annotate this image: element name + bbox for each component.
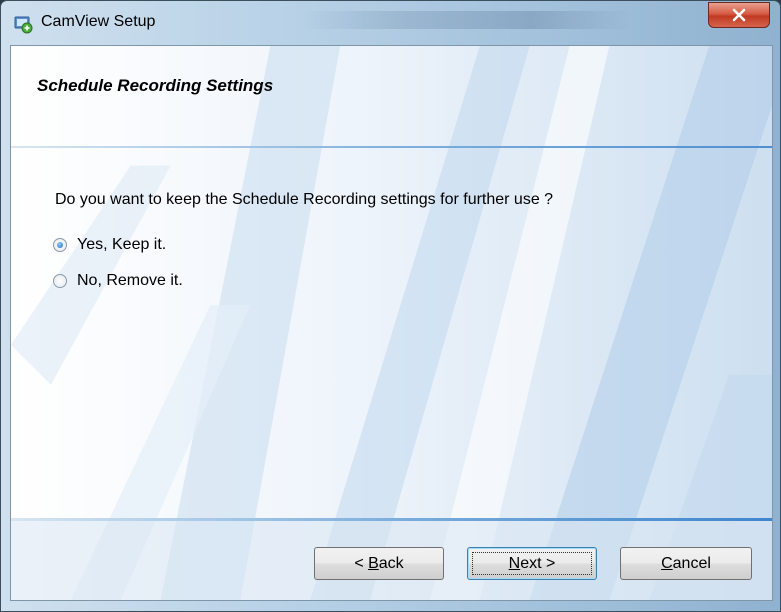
- page-title: Schedule Recording Settings: [37, 76, 274, 95]
- title-bar[interactable]: CamView Setup: [1, 1, 780, 45]
- radio-remove[interactable]: [53, 274, 67, 288]
- setup-window: CamView Setup Schedule Recording Setting…: [0, 0, 781, 612]
- cancel-button[interactable]: Cancel: [620, 547, 752, 580]
- wizard-page: Schedule Recording Settings Do you want …: [10, 45, 773, 601]
- radio-option-remove[interactable]: No, Remove it.: [53, 272, 183, 290]
- close-button[interactable]: [708, 2, 770, 28]
- blurred-region: [301, 11, 631, 29]
- question-text: Do you want to keep the Schedule Recordi…: [55, 191, 554, 208]
- setup-app-icon: [13, 14, 33, 34]
- footer-divider: [11, 518, 772, 521]
- next-button[interactable]: Next >: [467, 547, 597, 580]
- back-button-label: < Back: [354, 554, 404, 572]
- back-button[interactable]: < Back: [314, 547, 444, 580]
- close-icon: [732, 8, 746, 22]
- radio-keep[interactable]: [53, 238, 67, 252]
- radio-keep-label: Yes, Keep it.: [77, 236, 167, 253]
- window-title: CamView Setup: [41, 13, 156, 30]
- radio-remove-label: No, Remove it.: [77, 272, 183, 289]
- cancel-button-label: Cancel: [661, 554, 711, 572]
- radio-option-keep[interactable]: Yes, Keep it.: [53, 236, 166, 254]
- header-divider: [11, 146, 772, 148]
- next-button-label: Next >: [508, 554, 556, 572]
- wizard-header: Schedule Recording Settings: [11, 46, 772, 148]
